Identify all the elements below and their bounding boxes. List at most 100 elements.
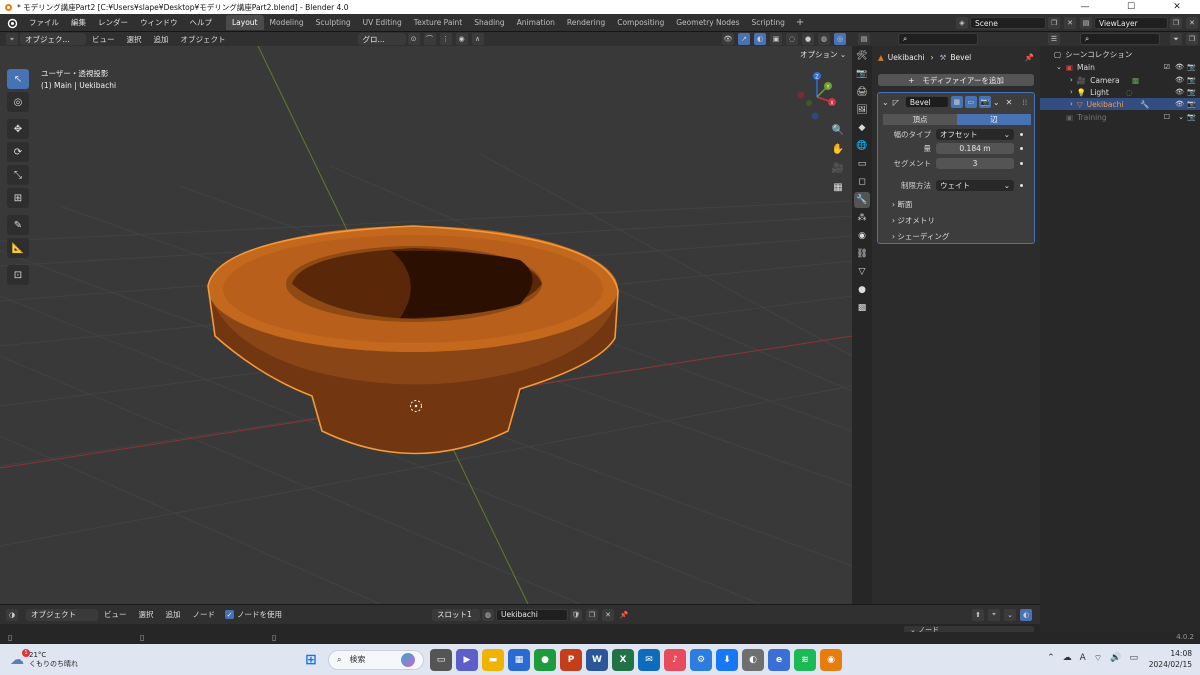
shader-mode-dropdown[interactable]: オブジェクト [26, 608, 98, 621]
editor-type-icon[interactable]: ⌖ [6, 33, 18, 45]
material-shading-icon[interactable]: ◍ [818, 33, 830, 45]
ime-indicator[interactable]: A [1080, 653, 1086, 664]
outliner-row-light[interactable]: › 💡 Light ◌ 👁 📷 [1040, 86, 1200, 98]
onedrive-icon[interactable]: ☁ [1063, 653, 1072, 664]
include-checkbox-icon[interactable]: ☑ [1164, 63, 1170, 71]
file-explorer-icon[interactable]: ▬ [482, 648, 504, 671]
photos-icon[interactable]: ◐ [742, 648, 764, 671]
texture-tab-icon[interactable]: ▩ [854, 300, 870, 316]
segments-field[interactable]: 3 [936, 158, 1014, 169]
snap-target-icon[interactable]: ⋮ [439, 33, 452, 45]
wifi-icon[interactable]: ⌔ [1094, 653, 1102, 664]
windows-start-icon[interactable]: ⊞ [300, 649, 322, 671]
filter-icon[interactable]: ⏷ [1170, 33, 1182, 45]
material-name-field[interactable]: Uekibachi [496, 608, 568, 621]
menu-view[interactable]: ビュー [86, 34, 121, 45]
modifier-menu-chevron-icon[interactable]: ⌄ [993, 98, 1000, 107]
outliner-row-training[interactable]: ▣ Training ☐ ⌄ 📷 [1040, 111, 1200, 123]
use-nodes-checkbox-icon[interactable]: ✓ [225, 610, 234, 619]
subpanel-profile[interactable]: › 断面 [892, 199, 912, 210]
menu-file[interactable]: ファイル [23, 17, 65, 28]
camera-view-icon[interactable]: 🎥 [830, 160, 846, 176]
tab-layout[interactable]: Layout [226, 15, 264, 30]
tab-vertices[interactable]: 頂点 [883, 114, 957, 125]
select-tool-icon[interactable]: ↖ [7, 69, 29, 89]
pivot-icon[interactable]: ⊙ [407, 33, 420, 45]
powerpoint-icon[interactable]: P [560, 648, 582, 671]
physics-tab-icon[interactable]: ◉ [854, 228, 870, 244]
outliner-search[interactable]: ⌕ [1080, 33, 1160, 45]
new-collection-icon[interactable]: ❐ [1186, 33, 1198, 45]
tab-geometry-nodes[interactable]: Geometry Nodes [670, 15, 745, 30]
menu-object[interactable]: オブジェクト [175, 34, 232, 45]
battery-icon[interactable]: ▭ [1129, 653, 1138, 664]
mail-icon[interactable]: ✉ [638, 648, 660, 671]
expand-arrow-icon[interactable]: › [1070, 88, 1073, 96]
fake-user-icon[interactable]: 🛡 [570, 608, 582, 621]
scene-collection-row[interactable]: ▢ シーンコレクション [1040, 48, 1200, 60]
node-overlay-toggle-icon[interactable]: ◐ [1020, 608, 1032, 621]
pin-icon[interactable]: 📌 [1025, 53, 1034, 62]
word-icon[interactable]: W [586, 648, 608, 671]
world-tab-icon[interactable]: 🌐 [854, 138, 870, 154]
unlink-material-icon[interactable]: ✕ [602, 608, 614, 621]
blender-menu-icon[interactable] [6, 17, 18, 29]
move-tool-icon[interactable]: ✥ [7, 119, 29, 139]
task-view-icon[interactable]: ▭ [430, 648, 452, 671]
settings-app-icon[interactable]: ⚙ [690, 648, 712, 671]
edge-icon[interactable]: e [768, 648, 790, 671]
new-view-layer-icon[interactable]: ❐ [1170, 17, 1182, 29]
eye-icon[interactable]: 👁 [1175, 76, 1184, 84]
rotate-tool-icon[interactable]: ⟳ [7, 142, 29, 162]
keyframe-dot-icon[interactable] [1020, 162, 1023, 165]
shader-editor-type-icon[interactable]: ◑ [6, 608, 18, 621]
drag-handle-icon[interactable]: ⁞⁞ [1022, 98, 1027, 107]
eye-icon[interactable]: 👁 [1175, 63, 1184, 71]
pin-material-icon[interactable]: 📌 [618, 609, 630, 621]
options-button[interactable]: オプション ⌄ [800, 49, 846, 60]
solid-shading-icon[interactable]: ● [802, 33, 814, 45]
tool-tab-icon[interactable]: 🛠 [854, 48, 870, 64]
shader-menu-view[interactable]: ビュー [98, 609, 133, 620]
outliner-row-uekibachi[interactable]: › ▽ Uekibachi 🔧 👁 📷 [1040, 98, 1200, 110]
material-tab-icon[interactable]: ● [854, 282, 870, 298]
music-icon[interactable]: ♪ [664, 648, 686, 671]
cursor-tool-icon[interactable]: ◎ [7, 92, 29, 112]
shader-menu-add[interactable]: 追加 [160, 609, 187, 620]
tab-sculpting[interactable]: Sculpting [310, 15, 357, 30]
perspective-grid-icon[interactable]: ▦ [830, 179, 846, 195]
3d-viewport[interactable]: ユーザー・透視投影 (1) Main | Uekibachi オプション ⌄ ↖… [0, 46, 852, 604]
delete-scene-icon[interactable]: ✕ [1064, 17, 1076, 29]
falloff-icon[interactable]: ∧ [471, 33, 484, 45]
camera-icon[interactable]: 📷 [1187, 100, 1196, 108]
material-browse-icon[interactable]: ◍ [482, 608, 494, 621]
eye-icon[interactable]: 👁 [1175, 100, 1184, 108]
camera-icon[interactable]: 📷 [1187, 76, 1196, 84]
xray-icon[interactable]: ▣ [770, 33, 782, 45]
include-checkbox-icon[interactable]: ☐ [1164, 113, 1170, 121]
zoom-icon[interactable]: 🔍 [830, 122, 846, 138]
close-button[interactable]: ✕ [1154, 2, 1200, 12]
shader-menu-select[interactable]: 選択 [133, 609, 160, 620]
limit-method-dropdown[interactable]: ウェイト ⌄ [936, 180, 1014, 191]
remove-modifier-icon[interactable]: ✕ [1006, 98, 1013, 107]
outliner-row-camera[interactable]: › 🎥 Camera ▩ 👁 📷 [1040, 74, 1200, 86]
tab-compositing[interactable]: Compositing [611, 15, 670, 30]
meet-icon[interactable]: ▶ [456, 648, 478, 671]
tab-uv-editing[interactable]: UV Editing [357, 15, 408, 30]
proportional-edit-icon[interactable]: ◉ [455, 33, 468, 45]
tab-edges[interactable]: 辺 [957, 114, 1031, 125]
blender-taskbar-icon[interactable]: ◉ [820, 648, 842, 671]
scene-field[interactable]: Scene [970, 17, 1046, 29]
eye-hidden-icon[interactable]: ⌄ [1178, 113, 1184, 121]
camera-icon[interactable]: 📷 [1187, 113, 1196, 121]
delete-view-layer-icon[interactable]: ✕ [1186, 17, 1198, 29]
camera-icon[interactable]: 📷 [1187, 88, 1196, 96]
shader-menu-node[interactable]: ノード [187, 609, 222, 620]
scale-tool-icon[interactable]: ⤡ [7, 165, 29, 185]
new-scene-icon[interactable]: ❐ [1048, 17, 1060, 29]
modifier-tab-icon[interactable]: 🔧 [854, 192, 870, 208]
gizmo-toggle-icon[interactable]: ↗ [738, 33, 750, 45]
menu-select[interactable]: 選択 [121, 34, 148, 45]
scene-tab-icon[interactable]: ◆ [854, 120, 870, 136]
